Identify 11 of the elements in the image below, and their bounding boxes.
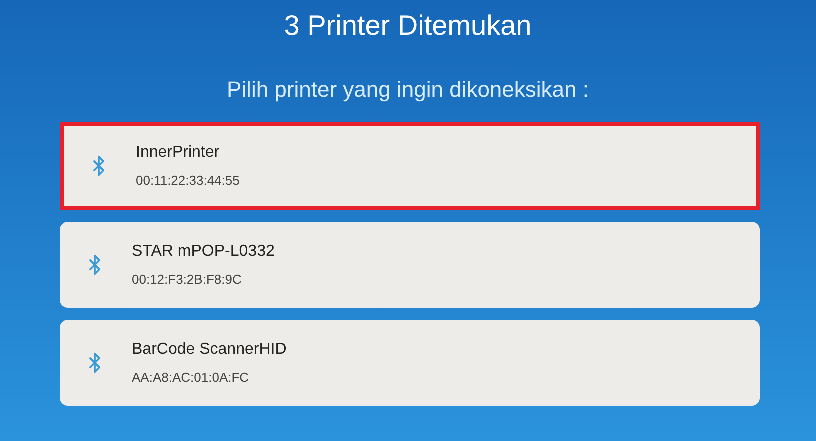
printer-name: STAR mPOP-L0332 [132,242,275,262]
screen-subtitle: Pilih printer yang ingin dikoneksikan : [227,76,589,104]
printer-address: AA:A8:AC:01:0A:FC [132,370,250,386]
printer-item[interactable]: BarCode ScannerHID AA:A8:AC:01:0A:FC [60,320,760,406]
printer-name: BarCode ScannerHID [132,340,287,360]
printer-name: InnerPrinter [136,143,221,163]
screen-title: 3 Printer Ditemukan [284,9,532,43]
printer-address: 00:12:F3:2B:F8:9C [132,272,243,288]
printer-address: 00:11:22:33:44:55 [136,173,240,189]
printer-item[interactable]: InnerPrinter 00:11:22:33:44:55 [60,122,760,210]
printer-item[interactable]: STAR mPOP-L0332 00:12:F3:2B:F8:9C [60,222,760,308]
